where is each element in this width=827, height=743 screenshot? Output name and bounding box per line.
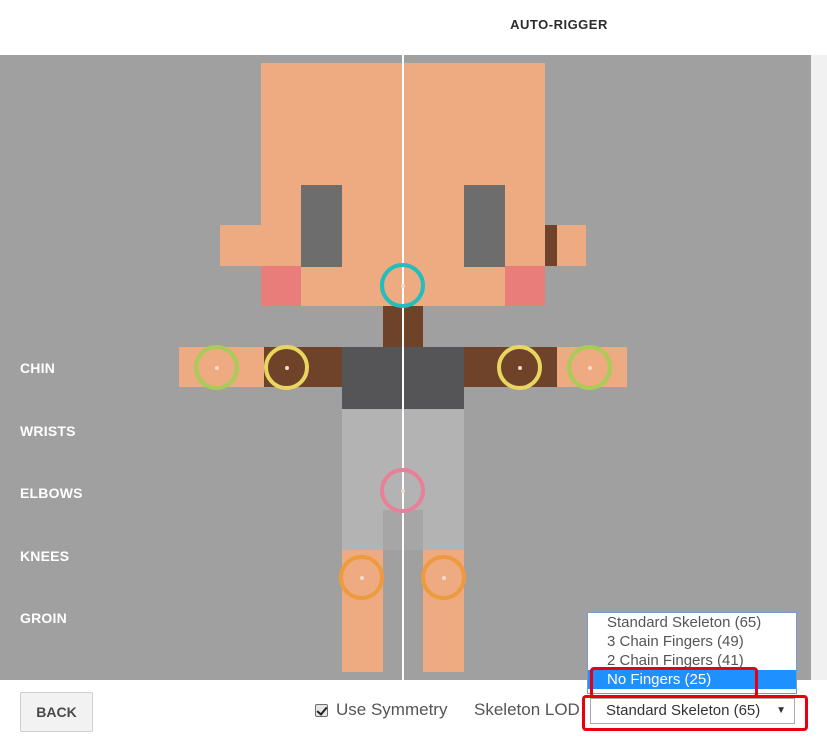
chevron-down-icon: ▼ (776, 705, 786, 716)
back-button[interactable]: BACK (20, 692, 93, 732)
lod-option-no-fingers[interactable]: No Fingers (25) (588, 670, 796, 689)
joint-label-groin: GROIN (20, 610, 67, 626)
left-knee-joint-handle[interactable] (339, 555, 384, 600)
symmetry-line (402, 55, 404, 680)
right-eye (464, 185, 505, 267)
left-cheek (261, 266, 301, 306)
groin-joint-handle[interactable] (380, 468, 425, 513)
joint-label-chin: CHIN (20, 360, 56, 376)
right-knee-joint-handle[interactable] (421, 555, 466, 600)
lod-option-3-chain-fingers[interactable]: 3 Chain Fingers (49) (588, 632, 796, 651)
right-ear-shade (545, 225, 557, 266)
skeleton-lod-label: Skeleton LOD (474, 700, 580, 719)
left-elbow-joint-handle[interactable] (264, 345, 309, 390)
right-elbow-joint-handle[interactable] (497, 345, 542, 390)
lod-option-standard[interactable]: Standard Skeleton (65) (588, 613, 796, 632)
skeleton-lod-value: Standard Skeleton (65) (606, 702, 761, 719)
skeleton-lod-dropdown-list[interactable]: Standard Skeleton (65) 3 Chain Fingers (… (587, 612, 797, 694)
lod-option-2-chain-fingers[interactable]: 2 Chain Fingers (41) (588, 651, 796, 670)
rig-viewport[interactable]: CHIN WRISTS ELBOWS KNEES GROIN (0, 55, 811, 680)
symmetry-label: Use Symmetry (336, 700, 448, 719)
right-cheek (505, 266, 545, 306)
header-bar: AUTO-RIGGER (0, 0, 827, 55)
symmetry-checkbox[interactable] (315, 703, 328, 717)
joint-label-knees: KNEES (20, 548, 70, 564)
joint-label-wrists: WRISTS (20, 423, 76, 439)
skeleton-lod-select[interactable]: Standard Skeleton (65) ▼ (590, 698, 795, 724)
right-wrist-joint-handle[interactable] (567, 345, 612, 390)
symmetry-toggle[interactable]: Use Symmetry (315, 700, 447, 720)
page-title: AUTO-RIGGER (510, 17, 608, 32)
left-ear (220, 225, 261, 266)
left-wrist-joint-handle[interactable] (194, 345, 239, 390)
joint-label-elbows: ELBOWS (20, 485, 83, 501)
scrollbar-track[interactable] (811, 55, 827, 680)
chin-joint-handle[interactable] (380, 263, 425, 308)
left-eye (301, 185, 342, 267)
